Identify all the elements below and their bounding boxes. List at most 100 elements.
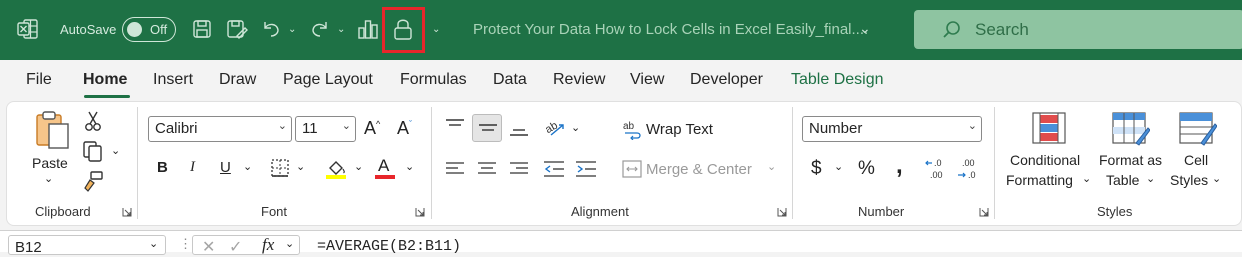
- tab-draw[interactable]: Draw: [219, 71, 256, 89]
- clipboard-group-label: Clipboard: [35, 204, 91, 219]
- currency-button[interactable]: $: [811, 158, 822, 180]
- copy-icon[interactable]: [82, 140, 104, 162]
- format-as-table-label-1: Format as: [1099, 152, 1163, 168]
- tab-developer[interactable]: Developer: [690, 71, 763, 89]
- orientation-dropdown-icon[interactable]: ⌄: [571, 121, 580, 134]
- conditional-formatting-label-1: Conditional: [1010, 152, 1081, 168]
- chevron-down-icon: ⌄: [149, 238, 159, 250]
- format-as-table-dropdown-icon: ⌄: [1146, 173, 1156, 185]
- font-size-select[interactable]: 11 ⌄: [295, 116, 356, 142]
- enter-icon[interactable]: ✓: [229, 237, 242, 257]
- merge-center-button[interactable]: Merge & Center ⌄: [622, 158, 782, 182]
- save-as-icon[interactable]: [226, 19, 248, 39]
- cancel-icon[interactable]: ✕: [202, 237, 215, 257]
- divider: [137, 107, 138, 219]
- font-launcher-icon[interactable]: [415, 207, 425, 217]
- conditional-formatting-icon: [1032, 112, 1066, 144]
- customize-toolbar-icon[interactable]: ⌄: [432, 24, 440, 35]
- search-placeholder: Search: [975, 20, 1029, 39]
- document-title[interactable]: Protect Your Data How to Lock Cells in E…: [473, 21, 868, 38]
- font-group-label: Font: [261, 204, 288, 219]
- number-format-value: Number: [809, 120, 863, 137]
- orientation-icon[interactable]: ab: [543, 117, 567, 139]
- merge-center-icon: [622, 160, 642, 178]
- paste-button[interactable]: Paste ⌄: [28, 110, 72, 192]
- redo-dropdown-icon[interactable]: ⌄: [337, 24, 345, 35]
- merge-center-dropdown-icon: ⌄: [767, 161, 777, 173]
- formula-bar: B12 ⌄ ⋮ ✕ ✓ fx ⌄ =AVERAGE(B2:B11): [0, 230, 1242, 256]
- name-box[interactable]: B12 ⌄: [8, 235, 166, 256]
- decrease-indent-icon[interactable]: [543, 160, 565, 178]
- align-left-icon[interactable]: [445, 161, 465, 177]
- undo-dropdown-icon[interactable]: ⌄: [288, 24, 296, 35]
- bold-button[interactable]: B: [157, 159, 168, 176]
- align-center-icon[interactable]: [477, 161, 497, 177]
- align-right-icon[interactable]: [509, 161, 529, 177]
- underline-button[interactable]: U: [220, 159, 231, 176]
- currency-dropdown-icon[interactable]: ⌄: [834, 160, 843, 173]
- align-middle-icon[interactable]: [472, 114, 502, 142]
- tab-page-layout[interactable]: Page Layout: [283, 71, 373, 89]
- cut-icon[interactable]: [84, 110, 102, 132]
- number-launcher-icon[interactable]: [979, 207, 989, 217]
- tab-insert[interactable]: Insert: [153, 71, 193, 89]
- increase-decimal-icon[interactable]: .0.00: [924, 157, 948, 181]
- tab-review[interactable]: Review: [553, 71, 605, 89]
- tab-view[interactable]: View: [630, 71, 664, 89]
- number-group-label: Number: [858, 204, 905, 219]
- underline-dropdown-icon[interactable]: ⌄: [243, 160, 252, 173]
- font-name-select[interactable]: Calibri ⌄: [148, 116, 292, 142]
- align-top-icon[interactable]: [445, 118, 465, 134]
- divider: [994, 107, 995, 219]
- tab-file[interactable]: File: [26, 71, 52, 89]
- paste-icon: [34, 110, 70, 150]
- format-as-table-button[interactable]: Format as Table ⌄: [1098, 112, 1168, 196]
- percent-button[interactable]: %: [858, 158, 875, 180]
- search-box[interactable]: Search: [914, 10, 1242, 49]
- format-as-table-label-2: Table: [1106, 172, 1140, 188]
- autosave-toggle[interactable]: Off: [122, 17, 176, 42]
- copy-dropdown-icon[interactable]: ⌄: [111, 144, 120, 157]
- tab-home[interactable]: Home: [83, 71, 127, 89]
- decrease-font-size-icon[interactable]: Aˇ: [397, 118, 412, 139]
- divider: [792, 107, 793, 219]
- increase-indent-icon[interactable]: [575, 160, 597, 178]
- font-color-dropdown-icon[interactable]: ⌄: [405, 160, 414, 173]
- insert-function-icon[interactable]: fx: [262, 235, 274, 255]
- clipboard-launcher-icon[interactable]: [122, 207, 132, 217]
- borders-dropdown-icon[interactable]: ⌄: [296, 160, 305, 173]
- tab-data[interactable]: Data: [493, 71, 527, 89]
- comma-style-button[interactable]: ,: [896, 152, 903, 180]
- wrap-text-label: Wrap Text: [646, 121, 713, 138]
- number-format-select[interactable]: Number ⌄: [802, 116, 982, 142]
- formula-input[interactable]: =AVERAGE(B2:B11): [317, 238, 461, 255]
- chart-icon[interactable]: [357, 18, 379, 40]
- increase-font-size-icon[interactable]: A^: [364, 118, 380, 139]
- title-dropdown-icon[interactable]: ⌄: [859, 20, 871, 37]
- italic-button[interactable]: I: [190, 159, 195, 176]
- fill-color-icon[interactable]: [324, 156, 348, 180]
- fill-color-dropdown-icon[interactable]: ⌄: [354, 160, 363, 173]
- tab-table-design[interactable]: Table Design: [791, 71, 884, 89]
- paste-label: Paste: [32, 155, 68, 171]
- format-painter-icon[interactable]: [82, 170, 104, 192]
- active-tab-indicator: [84, 95, 130, 98]
- conditional-formatting-button[interactable]: Conditional Formatting ⌄: [1006, 112, 1092, 196]
- decrease-decimal-icon[interactable]: .00.0: [956, 157, 980, 181]
- wrap-text-button[interactable]: ab Wrap Text: [622, 118, 722, 142]
- borders-icon[interactable]: [270, 158, 290, 178]
- font-name-value: Calibri: [155, 120, 198, 137]
- name-box-value: B12: [15, 239, 42, 256]
- redo-icon[interactable]: [309, 18, 331, 40]
- tab-formulas[interactable]: Formulas: [400, 71, 467, 89]
- cell-styles-button[interactable]: Cell Styles ⌄: [1168, 112, 1228, 196]
- undo-icon[interactable]: [260, 18, 282, 40]
- styles-group-label: Styles: [1097, 204, 1133, 219]
- paste-dropdown-icon: ⌄: [44, 173, 54, 185]
- lock-icon[interactable]: [393, 17, 413, 41]
- save-icon[interactable]: [192, 19, 212, 39]
- more-options-icon[interactable]: ⋮: [179, 236, 192, 252]
- alignment-launcher-icon[interactable]: [777, 207, 787, 217]
- align-bottom-icon[interactable]: [509, 122, 529, 138]
- svg-text:.00: .00: [962, 158, 975, 168]
